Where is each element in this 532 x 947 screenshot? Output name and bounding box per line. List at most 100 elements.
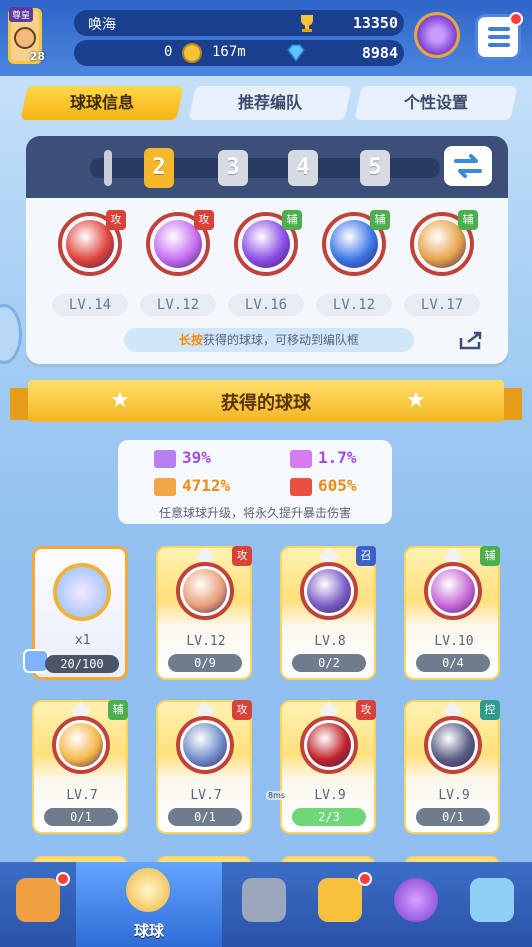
ball-card[interactable]: 召 LV.8 0/2	[280, 546, 376, 680]
ball-level: LV.9	[438, 788, 470, 803]
slash-icon	[154, 477, 176, 496]
nav-shop[interactable]	[0, 862, 76, 947]
ball-orb	[176, 716, 234, 774]
ball-card[interactable]: 攻 LV.7 0/1	[156, 700, 252, 834]
ball-card[interactable]: 控 LV.9 0/1	[404, 700, 500, 834]
support-badge: 辅	[370, 210, 390, 230]
section-ribbon: ★ ★ 获得的球球	[10, 380, 522, 422]
team-slot-2[interactable]: 2	[144, 148, 174, 188]
section-title: 获得的球球	[221, 393, 311, 414]
nav-balls[interactable]: 球球	[76, 862, 222, 947]
notification-dot	[509, 12, 523, 26]
ball-card[interactable]: 辅 LV.10 0/4	[404, 546, 500, 680]
menu-line	[488, 27, 510, 31]
ball-art	[183, 723, 227, 767]
rocket-icon	[290, 449, 312, 468]
trophy-icon	[301, 15, 313, 32]
stat-item: 1.7%	[290, 448, 357, 468]
planet-icon	[394, 878, 438, 922]
ball-level: LV.7	[66, 788, 98, 803]
player-name: 唤海	[88, 17, 116, 33]
menu-line	[488, 35, 510, 39]
team-ball-1[interactable]: 攻	[58, 210, 126, 276]
team-ball-level: LV.17	[404, 294, 480, 316]
stat-value: 39%	[182, 448, 211, 467]
whistle-icon	[318, 878, 362, 922]
trophy-count: 13350	[352, 14, 398, 32]
team-ball-5[interactable]: 辅	[410, 210, 478, 276]
ball-art	[431, 723, 475, 767]
ball-card[interactable]: 攻 LV.12 0/9	[156, 546, 252, 680]
ball-level: LV.12	[186, 634, 226, 649]
attack-badge: 攻	[356, 700, 376, 720]
nav-label: 球球	[133, 922, 164, 940]
ball-orb	[176, 562, 234, 620]
stats-note: 任意球球升级，将永久提升暴击伤害	[158, 506, 351, 520]
ball-art	[307, 569, 351, 613]
nav-battle[interactable]	[226, 862, 302, 947]
hint-text: 获得的球球，可移动到编队框	[203, 333, 360, 347]
menu-line	[488, 43, 510, 47]
drag-hint: 长按获得的球球，可移动到编队框	[124, 328, 414, 352]
team-ball-4[interactable]: 辅	[322, 210, 390, 276]
support-badge: 辅	[108, 700, 128, 720]
gem-icon[interactable]	[286, 44, 306, 62]
team-ball-3[interactable]: 辅	[234, 210, 302, 276]
notification-dot	[358, 872, 372, 886]
ball-art	[307, 723, 351, 767]
progress-bar: 20/100	[45, 655, 119, 673]
team-slot-header: 2 3 4 5	[26, 136, 508, 198]
hint-highlight: 长按	[178, 333, 203, 347]
nav-social[interactable]	[454, 862, 530, 947]
coin-icon[interactable]	[182, 43, 202, 63]
swap-icon	[454, 154, 482, 178]
stat-value: 4712%	[182, 476, 231, 495]
season-emblem-icon[interactable]	[414, 12, 460, 58]
tab-ball-info[interactable]: 球球信息	[20, 86, 184, 120]
menu-button[interactable]	[475, 12, 523, 60]
player-level: 28	[29, 50, 45, 63]
tab-recommended-team[interactable]: 推荐编队	[188, 86, 352, 120]
tab-personal-settings[interactable]: 个性设置	[354, 86, 518, 120]
crossed-swords-icon	[242, 878, 286, 922]
support-badge: 辅	[458, 210, 478, 230]
chat-heart-icon	[470, 878, 514, 922]
upgrade-ball-card[interactable]: x1 20/100	[23, 546, 128, 680]
ball-level: LV.8	[314, 634, 346, 649]
team-slot-3[interactable]: 3	[218, 150, 248, 186]
slot-prev-edge	[104, 150, 112, 186]
attack-badge: 攻	[232, 700, 252, 720]
nav-whistle[interactable]	[302, 862, 378, 947]
ball-level: LV.7	[190, 788, 222, 803]
progress-bar: 0/1	[168, 808, 242, 826]
ball-jar-icon	[126, 868, 170, 912]
notification-dot	[56, 872, 70, 886]
top-bar: 尊皇 28 唤海 13350 0 167m 8984	[0, 0, 532, 76]
team-ball-level: LV.12	[316, 294, 392, 316]
ball-orb	[300, 562, 358, 620]
team-slot-5[interactable]: 5	[360, 150, 390, 186]
team-ball-2[interactable]: 攻	[146, 210, 214, 276]
tab-label: 个性设置	[403, 93, 468, 112]
ball-card[interactable]: 辅 LV.7 0/1	[32, 700, 128, 834]
stat-item: 605%	[290, 476, 357, 496]
stat-value: 605%	[318, 476, 357, 495]
swap-team-button[interactable]	[444, 146, 492, 186]
progress-bar: 0/4	[416, 654, 490, 672]
ball-orb	[300, 716, 358, 774]
side-scroll-handle[interactable]	[0, 304, 22, 364]
team-ball-level: LV.16	[228, 294, 304, 316]
item-count: x1	[75, 633, 91, 648]
debug-label: 8ms	[266, 791, 288, 800]
share-icon[interactable]	[458, 330, 484, 350]
team-slot-4[interactable]: 4	[288, 150, 318, 186]
ball-level: LV.10	[434, 634, 474, 649]
tab-label: 推荐编队	[237, 93, 302, 112]
support-badge: 辅	[480, 546, 500, 566]
stats-card: 39% 1.7% 4712% 605% 任意球球升级，将永久提升暴击伤害	[118, 440, 392, 524]
progress-bar: 0/2	[292, 654, 366, 672]
nav-planet[interactable]	[378, 862, 454, 947]
player-avatar[interactable]: 尊皇 28	[8, 7, 45, 64]
ball-card[interactable]: 攻 LV.9 2/3	[280, 700, 376, 834]
progress-bar: 0/1	[416, 808, 490, 826]
